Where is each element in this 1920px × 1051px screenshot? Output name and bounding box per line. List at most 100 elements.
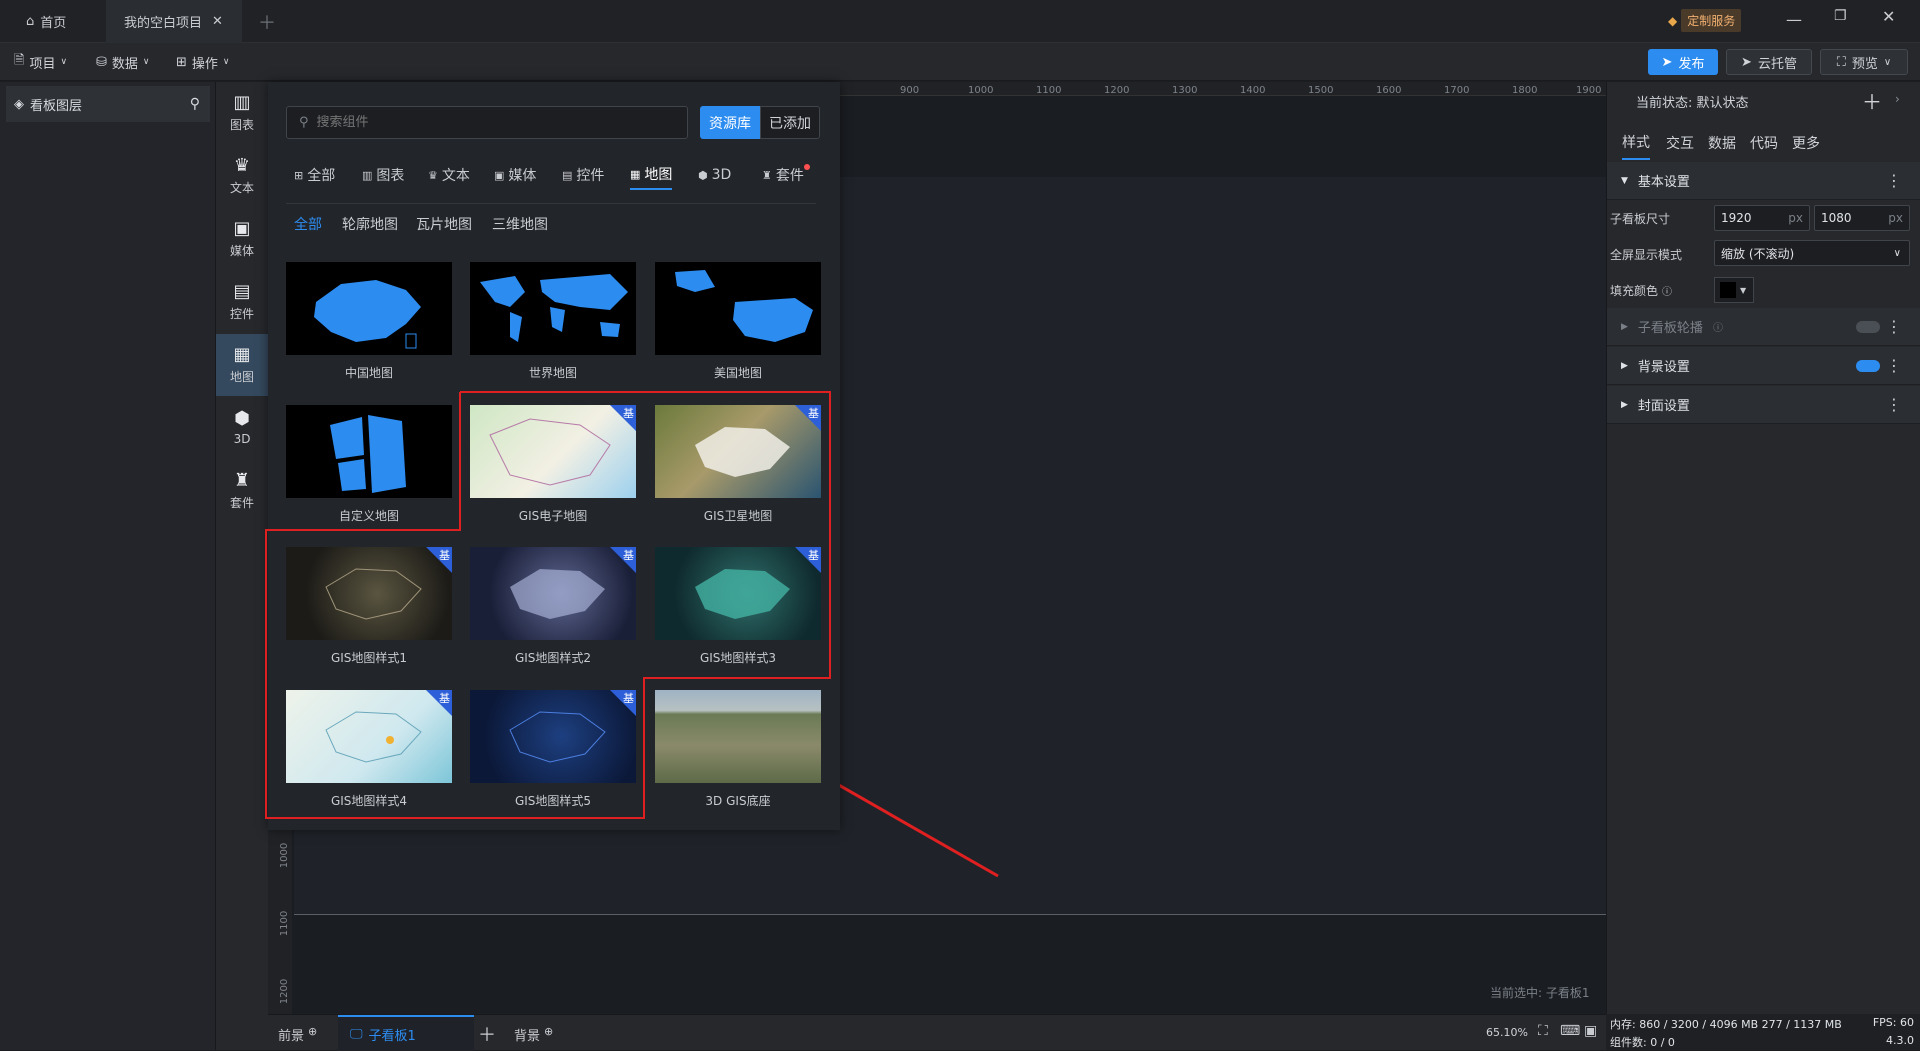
- chart-icon: ▥: [233, 91, 251, 113]
- sub-tab-tile-map[interactable]: 瓦片地图: [416, 214, 472, 234]
- add-icon[interactable]: ⊕: [308, 1025, 317, 1044]
- media-icon: ▣: [233, 217, 251, 239]
- section-cover[interactable]: ▶ 封面设置 ⋮: [1607, 386, 1920, 424]
- search-box[interactable]: ⚲: [286, 106, 688, 139]
- terminal-icon[interactable]: ▣: [1584, 1023, 1597, 1039]
- more-icon[interactable]: ⋮: [1886, 395, 1902, 414]
- width-input[interactable]: 1920 px: [1714, 205, 1810, 231]
- menu-operate[interactable]: ⊞ 操作 ∨: [176, 43, 230, 81]
- publish-button[interactable]: ➤ 发布: [1648, 49, 1718, 75]
- fit-screen-icon[interactable]: ⛶: [1538, 1023, 1548, 1039]
- add-board-button[interactable]: ＋: [478, 1021, 496, 1047]
- map-icon: ▦: [233, 343, 251, 365]
- more-icon[interactable]: ⋮: [1886, 356, 1902, 375]
- new-tab-button[interactable]: ＋: [258, 0, 278, 43]
- layers-icon: ◈: [14, 96, 24, 112]
- fps-status: FPS: 60: [1872, 1016, 1914, 1029]
- preview-button[interactable]: ⛶ 预览 ∨: [1820, 49, 1908, 75]
- section-carousel[interactable]: ▶ 子看板轮播 ⓘ ⋮: [1607, 308, 1920, 346]
- caret-down-icon: ▼: [1621, 175, 1628, 186]
- status-bar: 内存: 860 / 3200 / 4096 MB 277 / 1137 MB F…: [1606, 1014, 1920, 1050]
- category-map[interactable]: ▦ 地图: [216, 334, 268, 396]
- minimize-icon[interactable]: —: [1786, 10, 1802, 29]
- category-chart[interactable]: ▥ 图表: [216, 82, 268, 144]
- sub-tab-outline-map[interactable]: 轮廓地图: [342, 214, 398, 234]
- carousel-toggle[interactable]: [1856, 321, 1880, 333]
- background-tab[interactable]: 背景 ⊕: [514, 1025, 553, 1044]
- category-media[interactable]: ▣ 媒体: [216, 208, 268, 270]
- chart-icon: ▥: [362, 168, 373, 182]
- tab-data[interactable]: 数据: [1708, 126, 1736, 160]
- filter-tab-map[interactable]: ▦ 地图: [630, 160, 673, 190]
- file-icon: 🗎: [14, 53, 25, 68]
- caret-right-icon: ▶: [1621, 321, 1628, 332]
- divider: [286, 203, 816, 204]
- search-input[interactable]: [316, 115, 657, 130]
- cloud-hosting-button[interactable]: ➤ 云托管: [1726, 49, 1812, 75]
- close-window-icon[interactable]: ✕: [1882, 7, 1895, 26]
- caret-right-icon: ▶: [1621, 360, 1628, 371]
- diamond-icon: ◆: [1668, 13, 1678, 28]
- selection-label: 当前选中: 子看板1: [1490, 986, 1590, 1000]
- sub-tab-all[interactable]: 全部: [294, 214, 322, 234]
- grid-icon: ⊞: [294, 168, 304, 182]
- category-text[interactable]: ♛ 文本: [216, 145, 268, 207]
- card-china-map[interactable]: 中国地图: [286, 262, 452, 380]
- cube-icon: ⬢: [698, 168, 708, 182]
- menu-data[interactable]: ⛁ 数据 ∨: [96, 43, 150, 81]
- tab-code[interactable]: 代码: [1750, 126, 1778, 160]
- card-world-map[interactable]: 世界地图: [470, 262, 636, 380]
- restore-icon[interactable]: ❐: [1834, 8, 1847, 24]
- section-basic-settings[interactable]: ▼ 基本设置 ⋮: [1607, 162, 1920, 200]
- annotation-outline: [265, 391, 831, 819]
- menu-project[interactable]: 🗎 项目 ∨: [14, 43, 67, 81]
- more-icon[interactable]: ⋮: [1886, 171, 1902, 190]
- add-icon[interactable]: ⊕: [544, 1025, 553, 1044]
- sub-tab-3d-map[interactable]: 三维地图: [492, 214, 548, 234]
- added-button[interactable]: 已添加: [760, 106, 820, 139]
- filter-tab-all[interactable]: ⊞ 全部: [294, 160, 335, 190]
- keyboard-icon[interactable]: ⌨: [1560, 1023, 1580, 1039]
- custom-service-button[interactable]: ◆ 定制服务: [1668, 9, 1742, 32]
- filter-tab-chart[interactable]: ▥ 图表: [362, 160, 404, 190]
- filter-tab-kit[interactable]: ♜ 套件: [762, 160, 810, 190]
- fullscreen-mode-select[interactable]: 缩放 (不滚动) ∨: [1714, 240, 1910, 266]
- ruler-top: 900 1000 1100 1200 1300 1400 1500 1600 1…: [840, 82, 1606, 96]
- filter-tab-control[interactable]: ▤ 控件: [562, 160, 604, 190]
- foreground-tab[interactable]: 前景 ⊕: [278, 1025, 317, 1044]
- tab-more[interactable]: 更多: [1792, 126, 1820, 160]
- more-icon[interactable]: ⋮: [1886, 317, 1902, 336]
- tab-style[interactable]: 样式: [1622, 126, 1650, 160]
- search-icon[interactable]: ⚲: [190, 96, 200, 112]
- zoom-level: 65.10%: [1486, 1026, 1528, 1039]
- tab-home[interactable]: ⌂ 首页: [14, 0, 104, 43]
- tab-interaction[interactable]: 交互: [1666, 126, 1694, 160]
- control-icon: ▤: [562, 168, 573, 182]
- size-label: 子看板尺寸: [1610, 212, 1671, 226]
- background-toggle[interactable]: [1856, 360, 1880, 372]
- kit-icon: ♜: [762, 168, 772, 182]
- resource-library-button[interactable]: 资源库: [700, 106, 760, 139]
- close-icon[interactable]: ✕: [212, 14, 223, 29]
- chevron-right-icon[interactable]: ›: [1895, 92, 1900, 106]
- sub-board-tab[interactable]: 🖵 子看板1: [338, 1015, 474, 1051]
- category-kit[interactable]: ♜ 套件: [216, 460, 268, 522]
- filter-tab-media[interactable]: ▣ 媒体: [494, 160, 536, 190]
- cube-icon: ⬢: [234, 408, 250, 429]
- chevron-down-icon: ∨: [1893, 247, 1901, 259]
- kit-icon: ♜: [233, 469, 251, 491]
- filter-tab-3d[interactable]: ⬢ 3D: [698, 160, 731, 190]
- section-background[interactable]: ▶ 背景设置 ⋮: [1607, 347, 1920, 385]
- title-bar: ⌂ 首页 我的空白项目 ✕ ＋ ◆ 定制服务 — ❐ ✕: [0, 0, 1920, 43]
- height-input[interactable]: 1080 px: [1814, 205, 1910, 231]
- category-3d[interactable]: ⬢ 3D: [216, 397, 268, 459]
- add-state-button[interactable]: ＋: [1862, 86, 1882, 115]
- filter-tab-text[interactable]: ♛ 文本: [428, 160, 470, 190]
- fill-color-picker[interactable]: ▼: [1714, 277, 1754, 303]
- chevron-down-icon: ∨: [60, 57, 68, 67]
- category-control[interactable]: ▤ 控件: [216, 271, 268, 333]
- tab-project[interactable]: 我的空白项目 ✕: [106, 0, 242, 43]
- layers-panel: [0, 82, 216, 1050]
- send-icon: ➤: [1741, 54, 1752, 70]
- card-usa-map[interactable]: 美国地图: [655, 262, 821, 380]
